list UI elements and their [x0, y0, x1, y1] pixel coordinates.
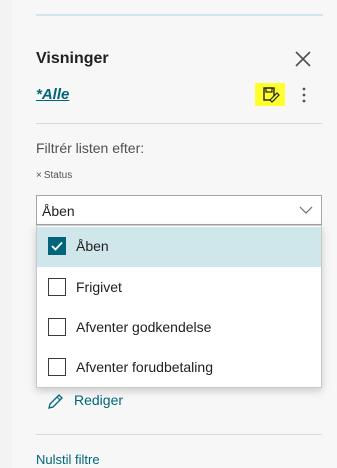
option-label: Afventer godkendelse — [76, 319, 212, 335]
pencil-icon — [48, 394, 63, 409]
filter-field-label: Status — [43, 170, 73, 181]
option-label: Afventer forudbetaling — [76, 359, 213, 375]
divider — [36, 434, 322, 435]
page-edge — [0, 0, 12, 468]
chevron-down-icon — [299, 206, 313, 214]
checkbox[interactable] — [48, 358, 66, 376]
current-view-link[interactable]: *Alle — [36, 86, 69, 103]
status-option[interactable]: Åben — [37, 227, 321, 267]
more-vertical-icon — [302, 87, 306, 103]
filter-heading: Filtrér listen efter: — [36, 140, 145, 156]
pane-top-divider — [36, 14, 323, 16]
status-option[interactable]: Frigivet — [37, 268, 321, 308]
option-label: Åben — [76, 238, 109, 254]
option-label: Frigivet — [76, 279, 122, 295]
status-filter-chip: × Status — [36, 170, 72, 181]
status-option[interactable]: Afventer forudbetaling — [37, 348, 321, 388]
remove-filter-icon[interactable]: × — [36, 170, 42, 181]
checkbox[interactable] — [48, 278, 66, 296]
status-options-dropdown: Åben Frigivet Afventer godkendelse Afven… — [36, 225, 322, 388]
edit-label: Rediger — [74, 392, 124, 408]
pane-title: Visninger — [36, 50, 109, 67]
reset-filters-link[interactable]: Nulstil filtre — [36, 452, 100, 467]
divider — [36, 123, 322, 124]
checkbox[interactable] — [48, 318, 66, 336]
save-view-icon — [263, 87, 280, 103]
save-view-button[interactable] — [255, 83, 285, 106]
checkbox[interactable] — [48, 237, 66, 255]
status-filter-select[interactable]: Åben — [36, 195, 322, 225]
checkmark-icon — [51, 241, 63, 251]
status-select-value: Åben — [42, 203, 75, 219]
close-icon — [295, 51, 311, 67]
close-button[interactable] — [291, 47, 315, 71]
more-options-button[interactable] — [296, 83, 312, 106]
status-option[interactable]: Afventer godkendelse — [37, 308, 321, 348]
